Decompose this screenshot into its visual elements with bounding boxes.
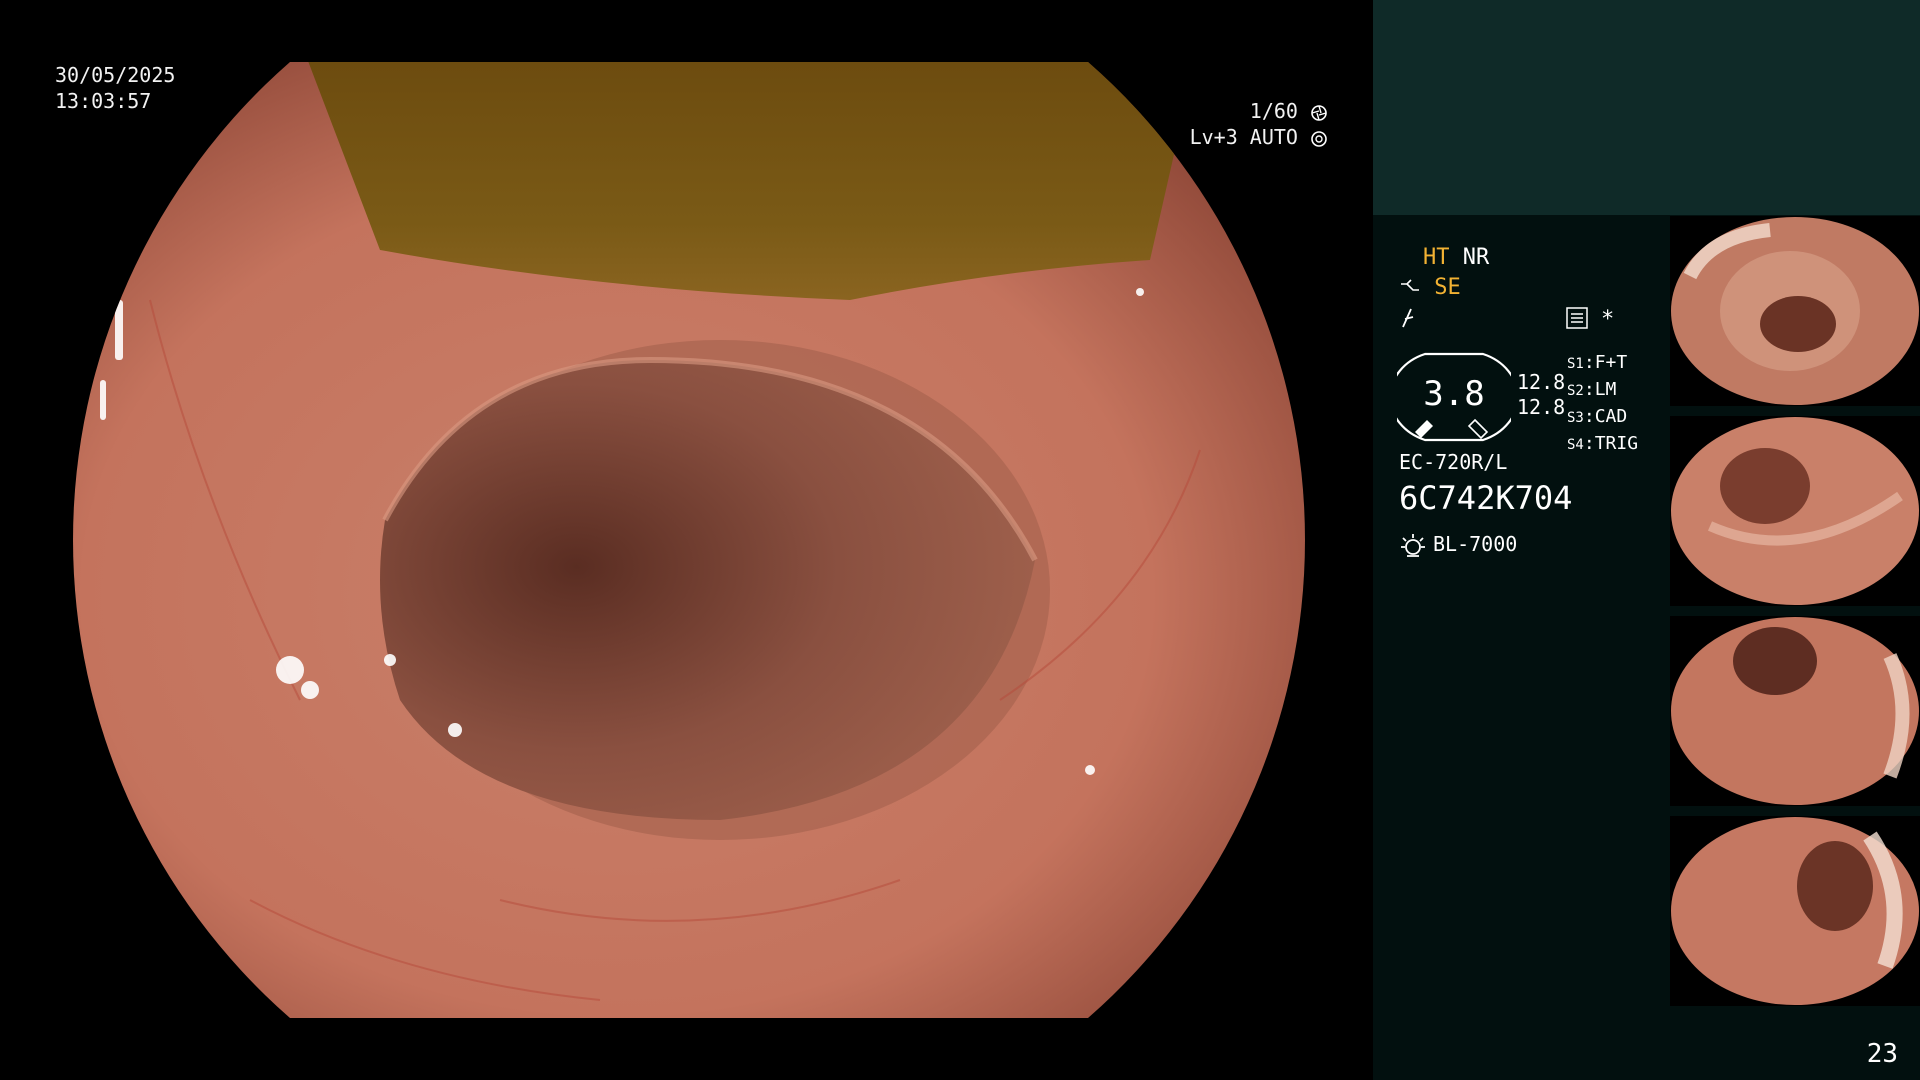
scope-serial: 6C742K704: [1399, 479, 1573, 517]
scope-model: EC-720R/L: [1399, 450, 1508, 474]
image-mode-line: HT NR: [1423, 244, 1489, 272]
setting-key: S4: [1567, 437, 1584, 453]
time-text: 13:03:57: [55, 89, 152, 113]
gauge-value: 3.8: [1423, 374, 1485, 414]
thumbnail-image[interactable]: [1670, 416, 1920, 606]
setting-value: CAD: [1594, 406, 1628, 427]
setting-row: S3:CAD: [1567, 406, 1628, 427]
side-value: 12.8: [1517, 370, 1566, 394]
se-label: SE: [1434, 275, 1461, 300]
thumbnail-graphic: [1671, 617, 1919, 805]
endoscopy-main-view: 30/05/2025 13:03:57 1/60 Lv+3 AUTO: [0, 0, 1372, 1080]
shutter-icon: [1311, 104, 1327, 121]
setting-row: S4:TRIG: [1567, 433, 1639, 454]
light-source-icon: [1401, 533, 1425, 557]
light-source: BL-7000: [1399, 530, 1517, 560]
flag-icon: [1402, 308, 1414, 328]
shutter-text: 1/60: [1249, 99, 1298, 123]
status-panel: HT NR SE * 3.8 12.8 12.8 S1:F+T S2:LM S3…: [1373, 0, 1920, 1080]
thumbnail-image[interactable]: [1670, 816, 1920, 1006]
thumbnail-graphic: [1671, 217, 1919, 405]
setting-value: LM: [1594, 379, 1617, 400]
structure-icon: [1401, 279, 1419, 291]
thumbnail-image[interactable]: [1670, 216, 1920, 406]
level-row: Lv+3 AUTO: [1190, 124, 1328, 150]
date-text: 30/05/2025: [55, 63, 176, 87]
setting-key: S2: [1567, 383, 1584, 399]
setting-value: F+T: [1594, 352, 1628, 373]
level-text: Lv+3 AUTO: [1189, 125, 1298, 149]
endoscopy-image: [73, 62, 1305, 1018]
thumbnail-image[interactable]: [1670, 616, 1920, 806]
setting-value: TRIG: [1594, 433, 1639, 454]
auto-icon: [1311, 130, 1327, 147]
shutter-row: 1/60: [1190, 98, 1328, 124]
timestamp: 30/05/2025 13:03:57: [55, 62, 175, 114]
structure-enhance-line: SE: [1399, 274, 1461, 302]
switch-settings: S1:F+T S2:LM S3:CAD S4:TRIG: [1567, 350, 1638, 458]
panel-header-area: [1373, 0, 1920, 215]
thumbnail-graphic: [1671, 417, 1919, 605]
side-value: 12.8: [1517, 395, 1566, 419]
ht-label: HT: [1423, 245, 1450, 270]
thumbnail-graphic: [1671, 817, 1919, 1005]
flag-line: [1399, 304, 1419, 332]
star-marker: *: [1601, 307, 1615, 332]
setting-key: S3: [1567, 410, 1584, 426]
setting-row: S2:LM: [1567, 379, 1617, 400]
nr-label: NR: [1462, 245, 1490, 270]
gauge-side-values: 12.8 12.8: [1517, 370, 1565, 420]
setting-row: S1:F+T: [1567, 352, 1628, 373]
light-source-text: BL-7000: [1433, 532, 1518, 556]
exposure-readout: 1/60 Lv+3 AUTO: [1190, 98, 1328, 150]
setting-key: S1: [1567, 356, 1584, 372]
page-number: 23: [1866, 1039, 1898, 1069]
menu-icon: [1566, 307, 1588, 329]
